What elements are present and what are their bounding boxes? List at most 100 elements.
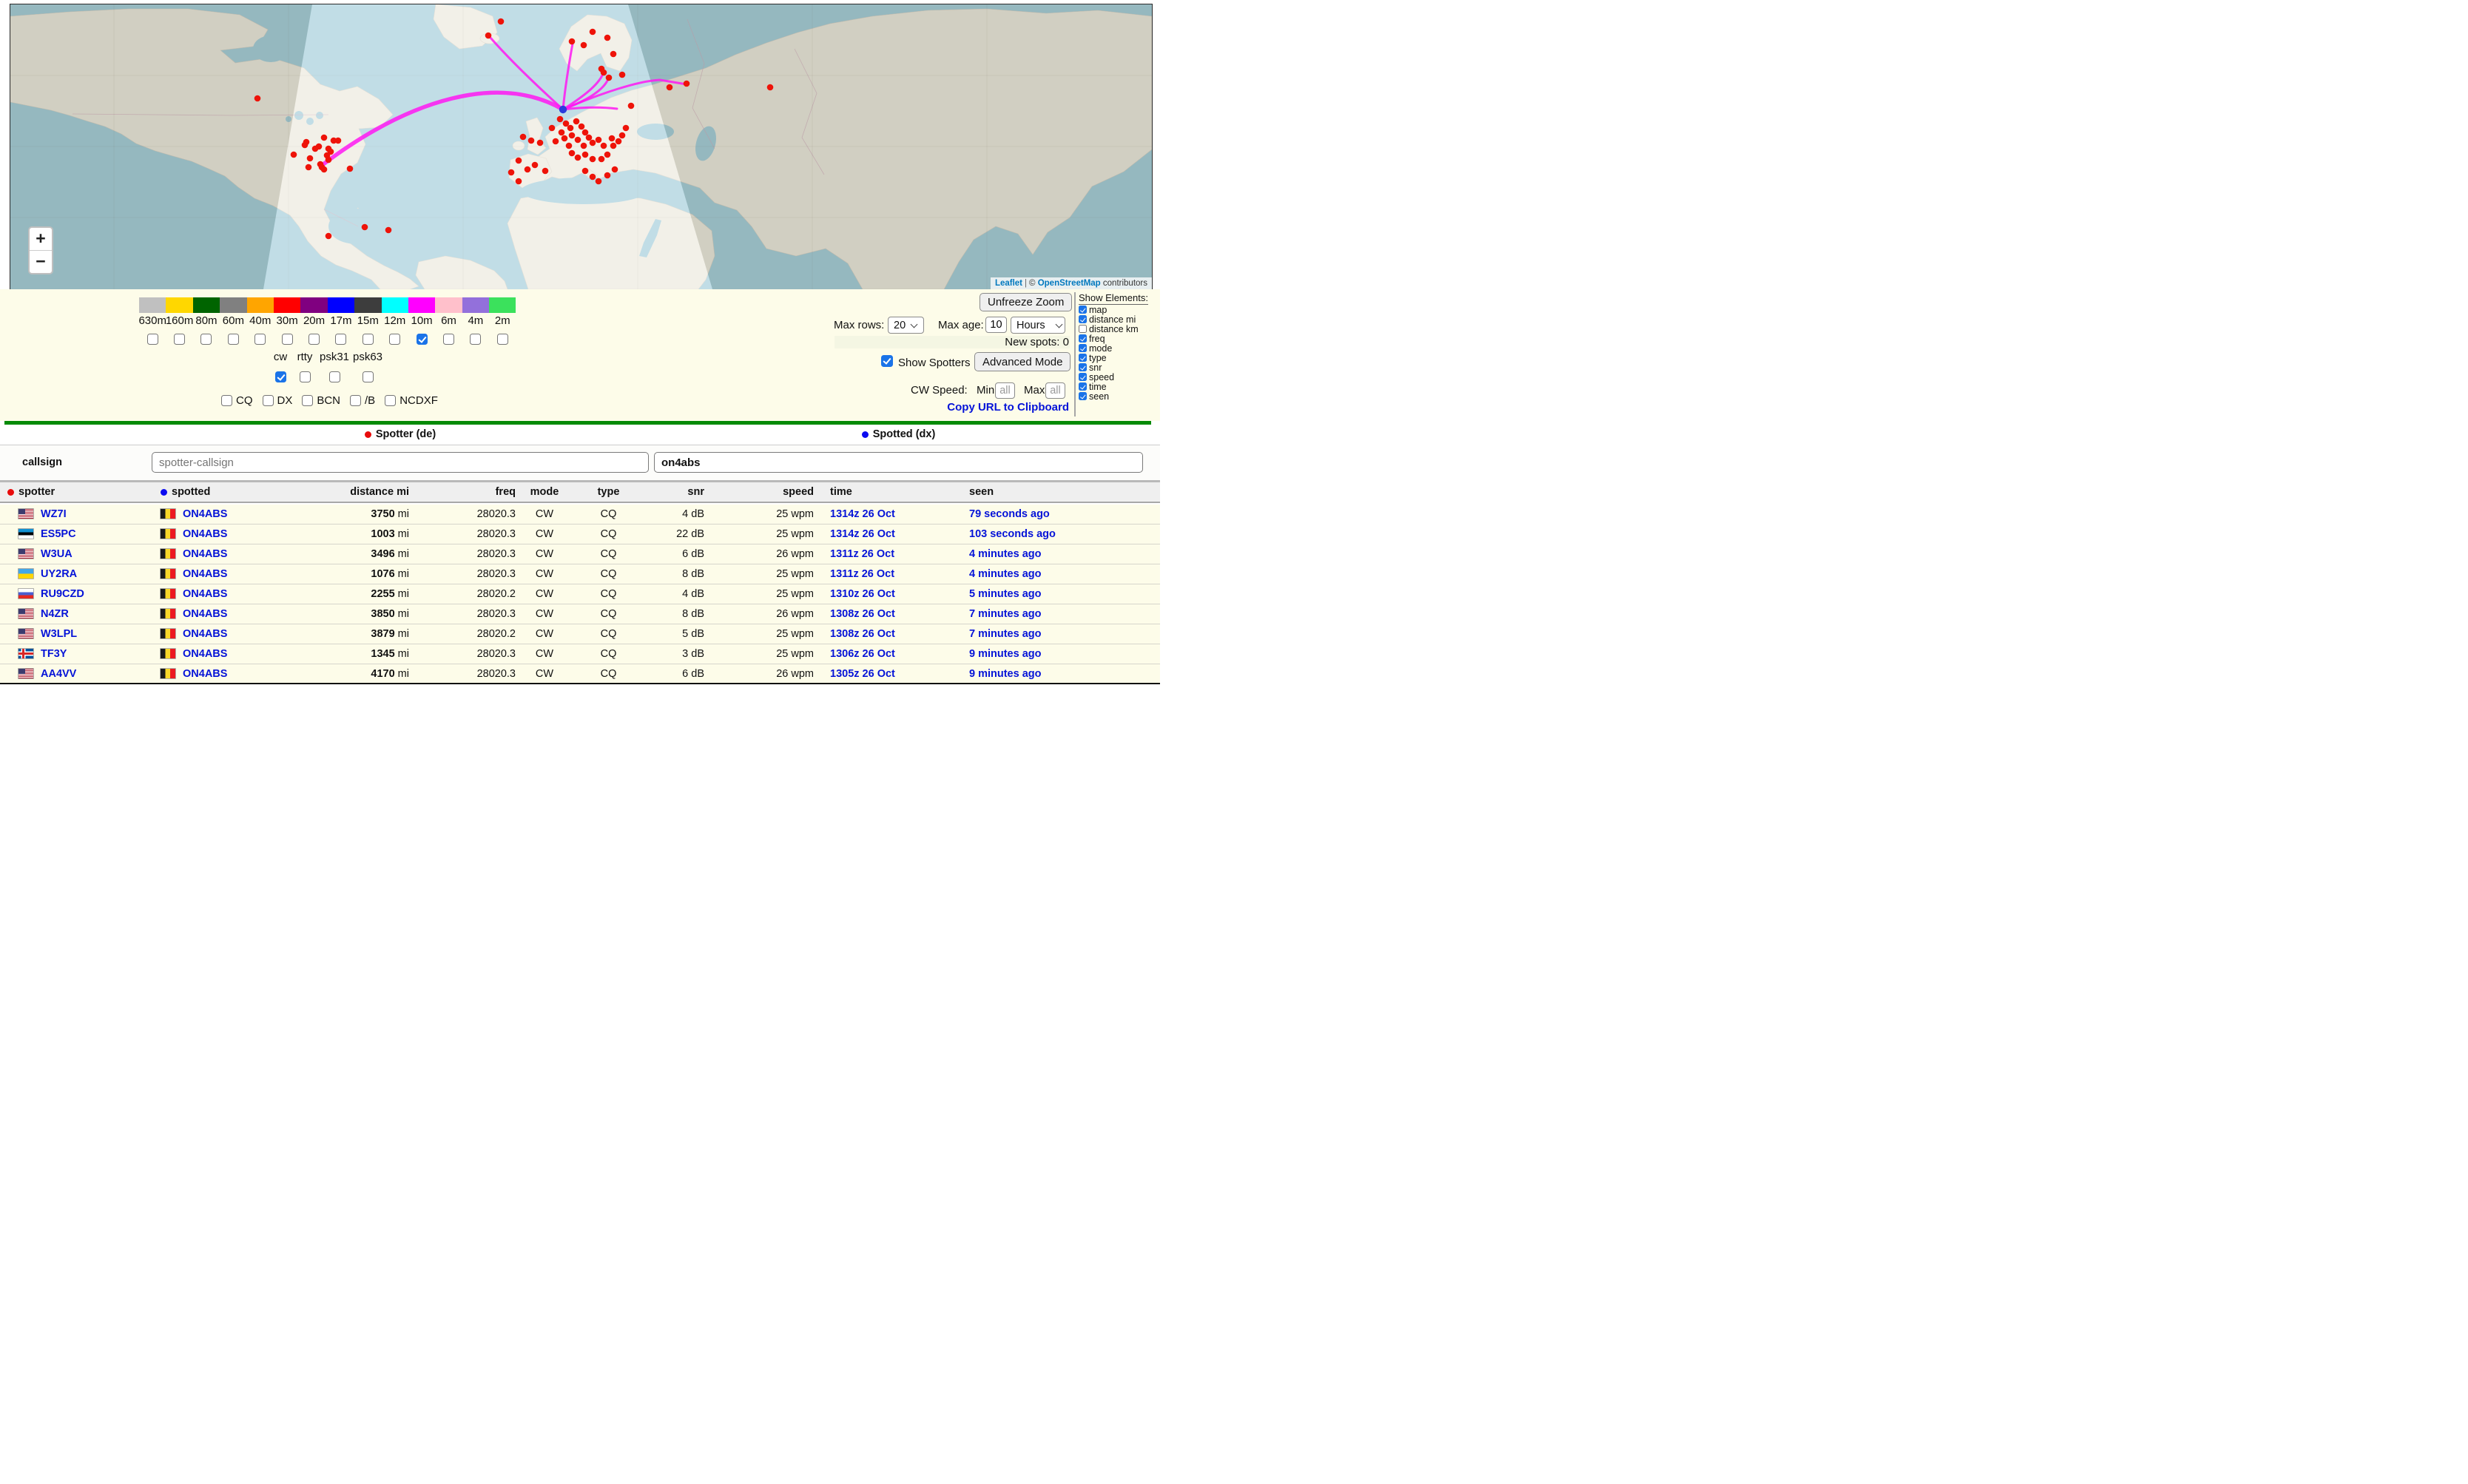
filter-checkbox-cq[interactable] (221, 395, 232, 406)
spot-marker[interactable] (601, 143, 607, 149)
spot-marker[interactable] (619, 72, 626, 78)
band-checkbox-60m[interactable] (228, 334, 239, 345)
spot-marker[interactable] (335, 138, 342, 144)
show-element-checkbox-type[interactable] (1079, 354, 1087, 362)
spotted-callsign-link[interactable]: ON4ABS (183, 608, 227, 620)
spot-marker[interactable] (542, 168, 549, 175)
show-element-checkbox-time[interactable] (1079, 382, 1087, 391)
spot-marker[interactable] (508, 169, 515, 176)
show-element-checkbox-snr[interactable] (1079, 363, 1087, 371)
osm-link[interactable]: OpenStreetMap (1038, 279, 1101, 288)
show-element-checkbox-freq[interactable] (1079, 334, 1087, 343)
unfreeze-zoom-button[interactable]: Unfreeze Zoom (980, 293, 1072, 311)
show-element-checkbox-seen[interactable] (1079, 392, 1087, 400)
spotted-callsign-link[interactable]: ON4ABS (183, 568, 227, 580)
spot-marker[interactable] (579, 124, 585, 130)
mode-checkbox-rtty[interactable] (300, 371, 311, 382)
band-checkbox-40m[interactable] (254, 334, 266, 345)
cw-speed-max-input[interactable] (1045, 382, 1065, 399)
show-element-checkbox-map[interactable] (1079, 306, 1087, 314)
spot-marker[interactable] (485, 33, 492, 39)
spotted-callsign-input[interactable] (654, 452, 1143, 473)
show-element-checkbox-distance-mi[interactable] (1079, 315, 1087, 323)
spot-marker[interactable] (609, 135, 616, 142)
spotter-callsign-link[interactable]: AA4VV (41, 668, 76, 680)
seen-link[interactable]: 9 minutes ago (969, 648, 1042, 660)
spotted-callsign-link[interactable]: ON4ABS (183, 528, 227, 540)
spot-marker[interactable] (553, 138, 559, 145)
band-checkbox-20m[interactable] (308, 334, 320, 345)
leaflet-link[interactable]: Leaflet (995, 279, 1022, 288)
mode-checkbox-psk63[interactable] (363, 371, 374, 382)
filter-checkbox-bcn[interactable] (302, 395, 313, 406)
time-link[interactable]: 1314z 26 Oct (830, 508, 895, 520)
spotter-callsign-link[interactable]: N4ZR (41, 608, 69, 620)
spot-marker[interactable] (302, 142, 308, 149)
mode-checkbox-psk31[interactable] (329, 371, 340, 382)
spot-marker[interactable] (604, 172, 611, 179)
spot-marker[interactable] (596, 137, 602, 144)
spot-marker[interactable] (582, 152, 589, 158)
band-checkbox-80m[interactable] (200, 334, 212, 345)
filter-checkbox-ncdxf[interactable] (385, 395, 396, 406)
spotted-callsign-link[interactable]: ON4ABS (183, 668, 227, 680)
spot-marker[interactable] (590, 156, 596, 163)
band-checkbox-12m[interactable] (389, 334, 400, 345)
spot-marker[interactable] (306, 164, 312, 171)
spot-marker[interactable] (667, 84, 673, 91)
spot-marker[interactable] (291, 152, 297, 158)
spot-marker[interactable] (254, 95, 261, 102)
spot-marker[interactable] (312, 146, 319, 152)
max-age-input[interactable] (985, 317, 1007, 333)
spot-marker[interactable] (582, 168, 589, 175)
spot-marker[interactable] (612, 166, 618, 173)
advanced-mode-button[interactable]: Advanced Mode (974, 352, 1071, 371)
spot-marker[interactable] (628, 103, 635, 109)
cw-speed-min-input[interactable] (995, 382, 1015, 399)
spot-marker[interactable] (362, 224, 368, 231)
spot-marker[interactable] (569, 132, 576, 139)
spot-marker[interactable] (516, 158, 522, 164)
spotted-callsign-link[interactable]: ON4ABS (183, 548, 227, 560)
seen-link[interactable]: 79 seconds ago (969, 508, 1050, 520)
spot-marker[interactable] (590, 29, 596, 36)
spot-marker[interactable] (562, 135, 568, 142)
seen-link[interactable]: 103 seconds ago (969, 528, 1056, 540)
spot-marker[interactable] (590, 140, 596, 146)
spot-marker[interactable] (586, 135, 593, 141)
spot-marker[interactable] (569, 150, 576, 157)
time-link[interactable]: 1306z 26 Oct (830, 648, 895, 660)
spot-marker[interactable] (623, 125, 630, 132)
spotter-callsign-input[interactable] (152, 452, 649, 473)
spot-marker[interactable] (767, 84, 774, 91)
filter-checkbox--b[interactable] (350, 395, 361, 406)
spotter-callsign-link[interactable]: W3UA (41, 548, 73, 560)
spot-marker[interactable] (528, 138, 535, 144)
spot-marker[interactable] (604, 35, 611, 41)
spotted-callsign-link[interactable]: ON4ABS (183, 588, 227, 600)
time-link[interactable]: 1311z 26 Oct (830, 548, 894, 560)
band-checkbox-160m[interactable] (174, 334, 185, 345)
band-checkbox-30m[interactable] (282, 334, 293, 345)
spot-marker[interactable] (566, 143, 573, 149)
zoom-in-button[interactable]: + (30, 228, 52, 250)
spot-marker[interactable] (610, 51, 617, 58)
spotted-callsign-link[interactable]: ON4ABS (183, 508, 227, 520)
band-checkbox-15m[interactable] (363, 334, 374, 345)
band-checkbox-4m[interactable] (470, 334, 481, 345)
spot-marker[interactable] (520, 134, 527, 141)
spot-marker[interactable] (549, 125, 556, 132)
show-element-checkbox-speed[interactable] (1079, 373, 1087, 381)
spot-marker[interactable] (326, 157, 332, 163)
spot-marker[interactable] (516, 178, 522, 185)
spot-marker[interactable] (616, 138, 622, 145)
spot-marker[interactable] (567, 125, 574, 132)
spot-marker[interactable] (532, 162, 539, 169)
spot-marker[interactable] (559, 129, 565, 136)
spot-marker[interactable] (601, 70, 607, 76)
seen-link[interactable]: 9 minutes ago (969, 668, 1042, 680)
spot-marker[interactable] (575, 155, 581, 161)
spot-marker[interactable] (590, 174, 596, 181)
spot-marker[interactable] (604, 152, 611, 158)
band-checkbox-10m[interactable] (417, 334, 428, 345)
